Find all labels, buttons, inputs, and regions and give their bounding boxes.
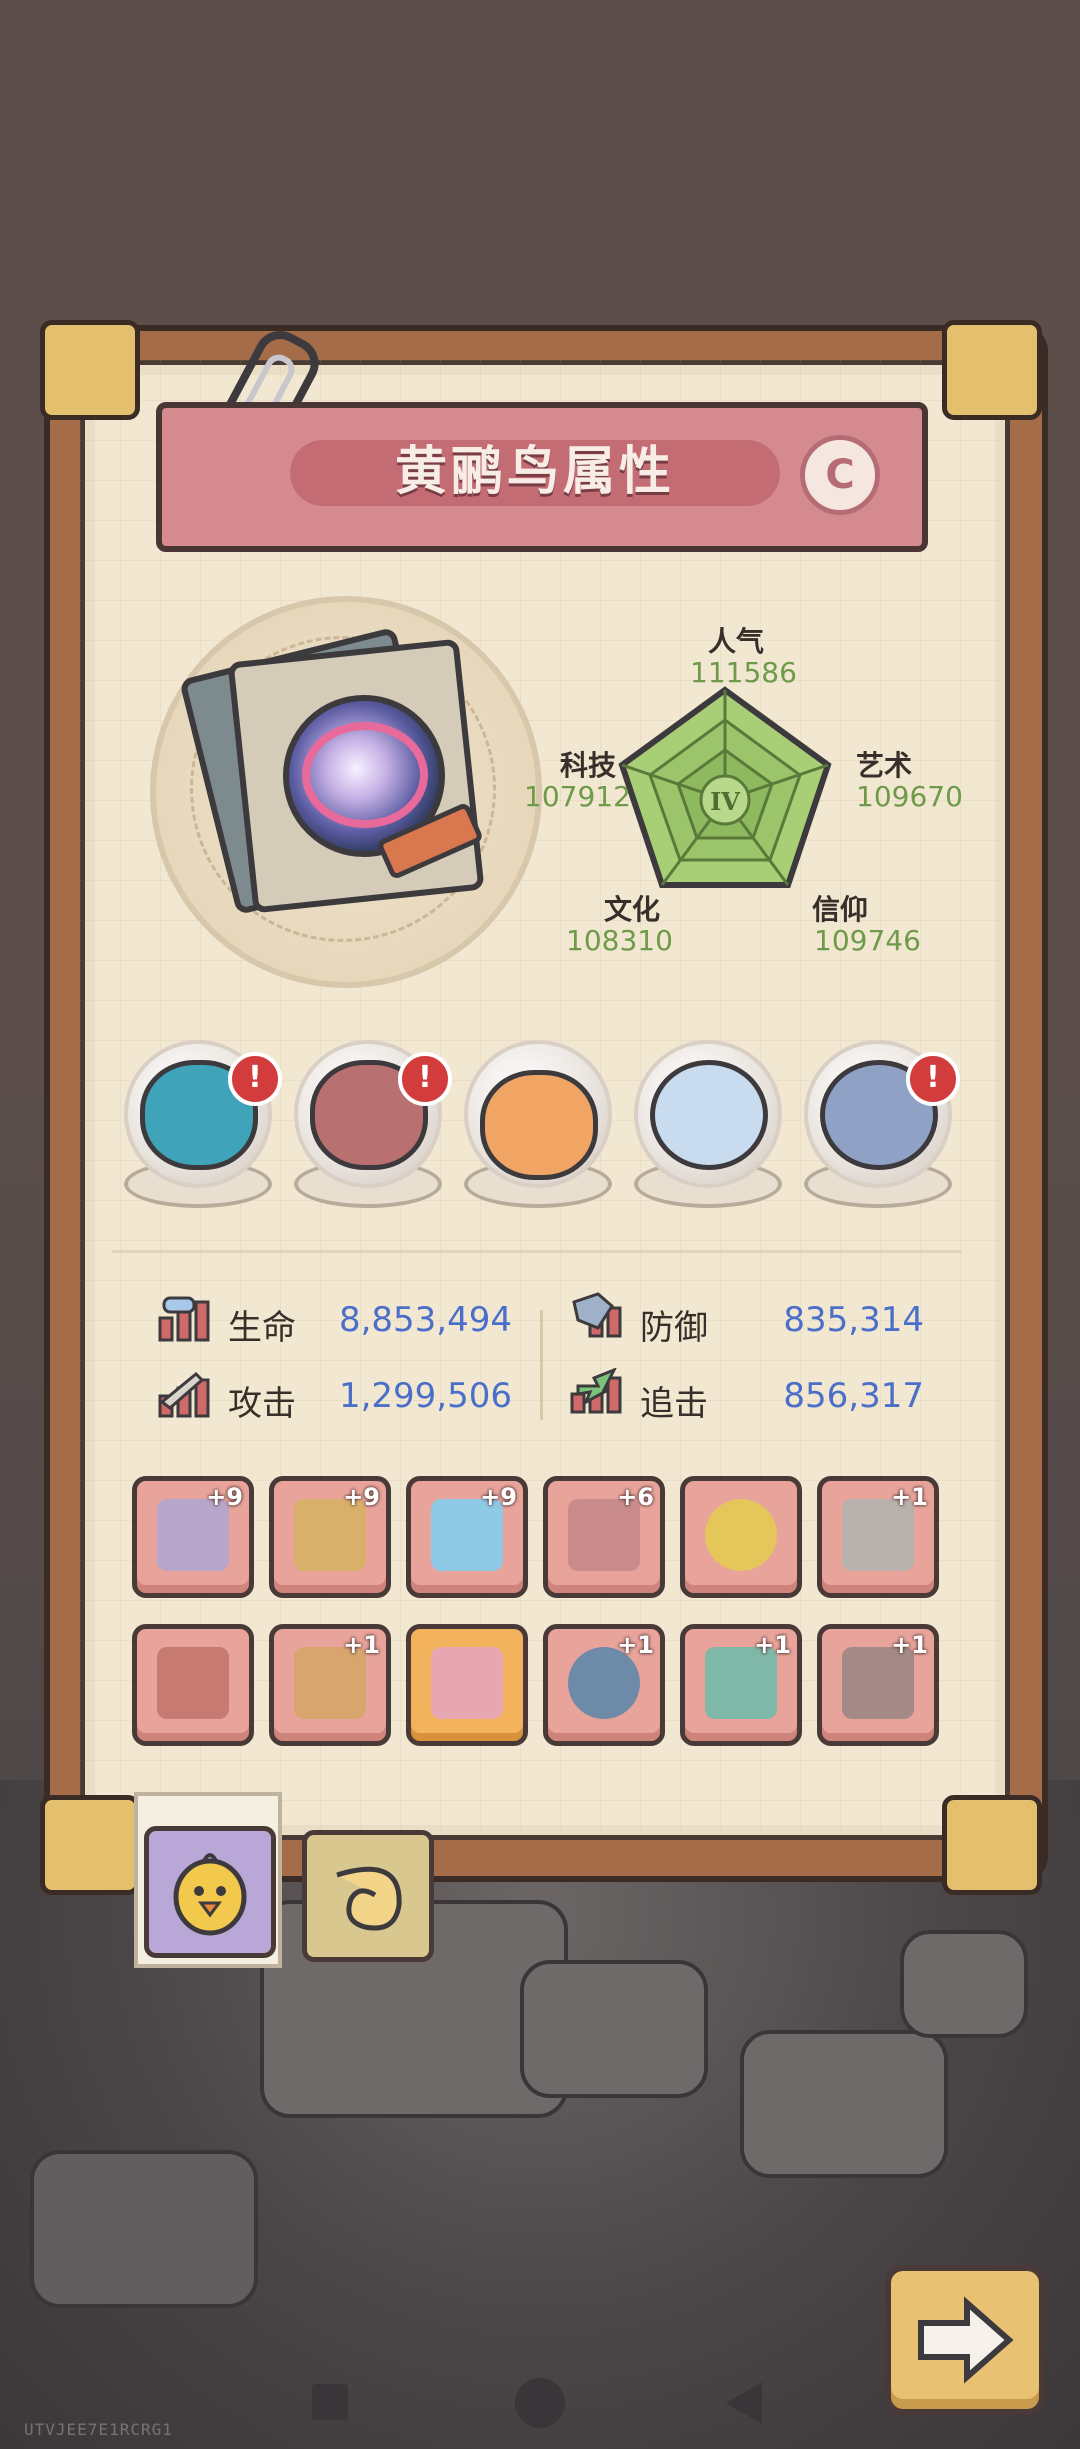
enhance-level: +1 — [891, 1631, 928, 1659]
equipment-slot-4[interactable]: +6 — [543, 1476, 665, 1598]
arrow-right-icon — [918, 2296, 1014, 2384]
attack-label: 攻击 — [228, 1384, 296, 1424]
home-button[interactable] — [515, 2378, 565, 2428]
rock — [30, 2150, 258, 2308]
enhance-level: +9 — [206, 1483, 243, 1511]
watermark: UTVJEE7E1RCRG1 — [24, 2420, 173, 2439]
stat-art-label: 艺术 — [856, 749, 913, 782]
enhance-level: +6 — [617, 1483, 654, 1511]
tab-oriole[interactable] — [144, 1826, 276, 1958]
radar-chart: IV — [618, 686, 832, 888]
enhance-level: +1 — [754, 1631, 791, 1659]
stat-culture-label: 文化 — [604, 893, 661, 926]
back-button[interactable] — [722, 2378, 766, 2428]
equipment-slot-6[interactable]: +1 — [817, 1476, 939, 1598]
hp-icon — [158, 1296, 210, 1342]
stat-faith-value: 109746 — [814, 924, 921, 957]
corner-bracket — [40, 1795, 140, 1895]
device-icon — [157, 1647, 229, 1719]
defense-icon — [572, 1292, 622, 1338]
rock — [900, 1930, 1028, 2038]
alert-badge: ! — [398, 1052, 452, 1106]
orb-ring — [302, 722, 428, 828]
equipment-slot-11[interactable]: +1 — [680, 1624, 802, 1746]
rock — [740, 2030, 948, 2178]
enhance-level: +9 — [480, 1483, 517, 1511]
equipment-slot-2[interactable]: +9 — [269, 1476, 391, 1598]
stat-tech-label: 科技 — [560, 749, 617, 782]
corner-bracket — [942, 1795, 1042, 1895]
vest-icon — [431, 1647, 503, 1719]
column-separator — [540, 1310, 543, 1420]
equipment-slot-5[interactable] — [680, 1476, 802, 1598]
alert-badge: ! — [228, 1052, 282, 1106]
compass-icon — [650, 1060, 768, 1170]
recent-apps-button[interactable] — [312, 2384, 348, 2420]
defense-value: 835,314 — [783, 1300, 924, 1340]
stat-popularity-value: 111586 — [690, 656, 797, 689]
shell-icon — [336, 1866, 402, 1931]
chick-icon — [173, 1853, 247, 1936]
divider — [112, 1250, 962, 1253]
sleeping-pig-icon — [480, 1070, 598, 1180]
radar-level: IV — [710, 787, 740, 816]
equipment-slot-10[interactable]: +1 — [543, 1624, 665, 1746]
hp-label: 生命 — [228, 1308, 296, 1348]
stat-popularity-label: 人气 — [708, 625, 765, 658]
equipment-slot-7[interactable] — [132, 1624, 254, 1746]
corner-bracket — [942, 320, 1042, 420]
attack-value: 1,299,506 — [338, 1376, 512, 1416]
back-icon — [726, 2382, 762, 2424]
hp-value: 8,853,494 — [338, 1300, 512, 1340]
enhance-level: +1 — [343, 1631, 380, 1659]
stat-art-value: 109670 — [856, 780, 963, 813]
next-button[interactable] — [885, 2265, 1045, 2415]
equipment-slot-8[interactable]: +1 — [269, 1624, 391, 1746]
defense-label: 防御 — [640, 1308, 708, 1348]
golden-ring-icon — [705, 1499, 777, 1571]
stat-culture-value: 108310 — [566, 924, 673, 957]
stat-tech-value: 107912 — [524, 780, 631, 813]
alert-badge: ! — [906, 1052, 960, 1106]
equipment-slot-12[interactable]: +1 — [817, 1624, 939, 1746]
tab-shell[interactable] — [302, 1830, 434, 1962]
rock — [520, 1960, 708, 2098]
grade-badge[interactable]: C — [800, 435, 880, 515]
attack-icon — [158, 1372, 210, 1418]
pursuit-value: 856,317 — [783, 1376, 924, 1416]
pursuit-icon — [570, 1368, 622, 1414]
enhance-level: +9 — [343, 1483, 380, 1511]
enhance-level: +1 — [617, 1631, 654, 1659]
enhance-level: +1 — [891, 1483, 928, 1511]
equipment-slot-1[interactable]: +9 — [132, 1476, 254, 1598]
page-title: 黄鹂鸟属性 — [394, 442, 675, 502]
equipment-slot-9[interactable] — [406, 1624, 528, 1746]
corner-bracket — [40, 320, 140, 420]
equipment-slot-3[interactable]: +9 — [406, 1476, 528, 1598]
pursuit-label: 追击 — [640, 1384, 708, 1424]
stat-faith-label: 信仰 — [812, 893, 869, 926]
